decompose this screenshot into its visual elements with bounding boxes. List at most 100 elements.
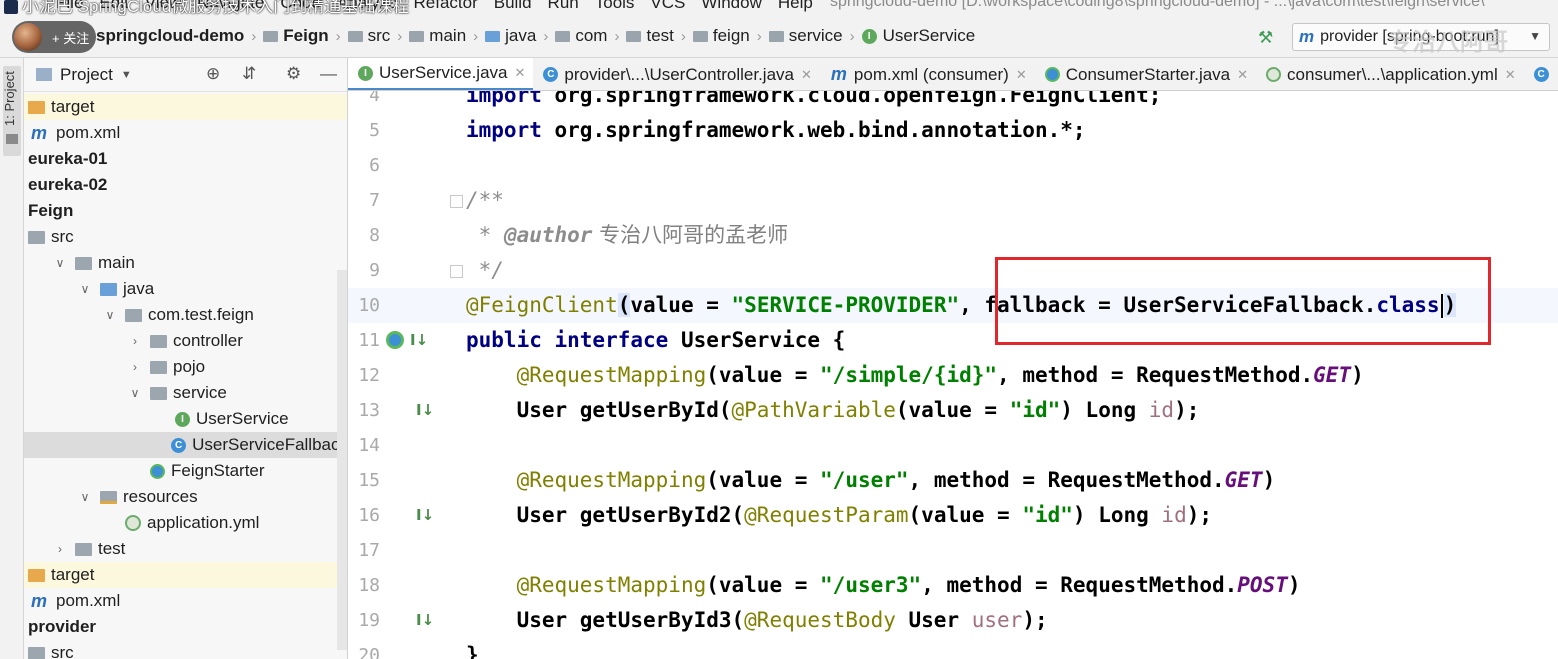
chevron-down-icon[interactable]: ∨ — [128, 386, 142, 400]
code-token: "/user3" — [820, 573, 922, 597]
tree-item[interactable]: ∨ com.test.feign — [24, 302, 347, 328]
tree-item[interactable]: src — [24, 640, 347, 659]
breadcrumb-item[interactable]: src — [347, 26, 390, 46]
tree-item[interactable]: › controller — [24, 328, 347, 354]
project-view-select[interactable]: Project — [60, 65, 113, 85]
close-icon[interactable]: ✕ — [1016, 67, 1027, 83]
minimize-icon[interactable]: — — [320, 64, 337, 84]
editor-tab[interactable]: I UserService.java ✕ — [348, 58, 534, 90]
code-editor[interactable]: 4 import org.springframework.cloud.openfe… — [348, 91, 1558, 659]
menu-item-refactor[interactable]: Refactor — [405, 0, 485, 13]
tree-item[interactable]: I UserService — [24, 406, 347, 432]
chevron-down-icon[interactable]: ∨ — [78, 490, 92, 504]
code-token: } — [466, 643, 479, 659]
menu-item-tools[interactable]: Tools — [587, 0, 643, 13]
close-icon[interactable]: ✕ — [515, 65, 526, 81]
class-icon: C — [171, 437, 187, 453]
breadcrumb-item[interactable]: feign — [692, 26, 750, 46]
yml-icon — [1266, 67, 1282, 82]
tree-item[interactable]: › test — [24, 536, 347, 562]
follow-button[interactable]: + 关注 — [52, 28, 89, 47]
chevron-down-icon[interactable]: ∨ — [53, 256, 67, 270]
breadcrumb-item[interactable]: test — [626, 26, 674, 46]
menu-item-build[interactable]: Build — [486, 0, 540, 13]
breadcrumb-item[interactable]: Feign — [263, 26, 329, 46]
tree-item[interactable]: target — [24, 94, 347, 120]
tree-item[interactable]: ∨ java — [24, 276, 347, 302]
chevron-right-icon[interactable]: › — [53, 542, 67, 556]
breadcrumb-item[interactable]: java — [485, 26, 536, 46]
tree-item-label: src — [51, 643, 74, 659]
implemented-icon[interactable]: I↓ — [416, 506, 434, 524]
folder-icon — [263, 30, 279, 42]
menu-item-help[interactable]: Help — [770, 0, 821, 13]
breadcrumb-item[interactable]: springcloud-demo — [96, 26, 244, 46]
folder-icon — [555, 30, 571, 42]
chevron-down-icon[interactable]: ∨ — [103, 308, 117, 322]
chevron-right-icon[interactable]: › — [128, 334, 142, 348]
uploader-badge[interactable]: + 关注 — [12, 21, 96, 53]
breadcrumb-separator-icon: › — [756, 27, 762, 45]
text-caret — [1440, 294, 1443, 318]
chevron-down-icon[interactable]: ▼ — [121, 69, 132, 81]
avatar[interactable] — [14, 23, 42, 51]
collapse-all-icon[interactable]: ⇵ — [242, 64, 256, 84]
close-icon[interactable]: ✕ — [1505, 67, 1516, 83]
package-icon — [150, 360, 167, 374]
tree-item[interactable]: FeignStarter — [24, 458, 347, 484]
line-number: 13 — [358, 400, 380, 421]
code-token: (value = — [706, 363, 821, 387]
tree-item[interactable]: m pom.xml — [24, 120, 347, 146]
project-tree-scrollbar[interactable] — [337, 270, 347, 650]
editor-tab[interactable]: Cprovider\...\UserController.java ✕ — [533, 58, 820, 90]
tree-item-label: Feign — [28, 201, 74, 220]
implemented-icon[interactable]: I↓ — [410, 331, 428, 349]
tree-item[interactable]: C UserServiceFallback — [24, 432, 347, 458]
menu-item-window[interactable]: Window — [693, 0, 769, 13]
tree-item[interactable]: Feign — [24, 198, 347, 224]
tree-item[interactable]: application.yml — [24, 510, 347, 536]
tree-item[interactable]: provider — [24, 614, 347, 640]
fold-marker-icon[interactable] — [450, 265, 463, 278]
implemented-icon[interactable]: I↓ — [416, 611, 434, 629]
editor-tab[interactable]: C — [1524, 58, 1558, 90]
implemented-icon[interactable]: I↓ — [416, 401, 434, 419]
tree-item[interactable]: › pojo — [24, 354, 347, 380]
tree-item[interactable]: m pom.xml — [24, 588, 347, 614]
tree-item[interactable]: eureka-01 — [24, 146, 347, 172]
tree-item[interactable]: ∨ main — [24, 250, 347, 276]
chevron-down-icon[interactable]: ∨ — [78, 282, 92, 296]
tree-item[interactable]: eureka-02 — [24, 172, 347, 198]
tree-item[interactable]: src — [24, 224, 347, 250]
locate-crosshair-icon[interactable]: ⊕ — [206, 64, 220, 84]
project-tree: target m pom.xml eureka-01 eureka-02 Feign src… — [24, 94, 347, 659]
tree-item[interactable]: target — [24, 562, 347, 588]
tree-item[interactable]: ∨ resources — [24, 484, 347, 510]
gutter-icons: I↓ — [386, 331, 428, 349]
code-token: ) Long — [1060, 398, 1149, 422]
breadcrumb-item[interactable]: main — [409, 26, 466, 46]
breadcrumb-separator-icon: › — [680, 27, 686, 45]
close-icon[interactable]: ✕ — [1237, 67, 1248, 83]
code-token: "/simple/{id}" — [820, 363, 998, 387]
close-icon[interactable]: ✕ — [801, 67, 812, 83]
build-hammer-icon[interactable]: ⚒ — [1258, 28, 1273, 48]
menu-item-vcs[interactable]: VCS — [642, 0, 693, 13]
breadcrumb-item[interactable]: com — [555, 26, 607, 46]
editor-tab[interactable]: ConsumerStarter.java ✕ — [1035, 58, 1256, 90]
code-token: 专治八阿哥的孟老师 — [592, 223, 789, 247]
gear-icon[interactable]: ⚙ — [286, 64, 301, 84]
tree-item[interactable]: ∨ service — [24, 380, 347, 406]
chevron-right-icon[interactable]: › — [128, 360, 142, 374]
line-number: 15 — [358, 470, 380, 491]
folder-grey-icon — [28, 646, 45, 659]
menu-item-run[interactable]: Run — [540, 0, 587, 13]
line-number: 4 — [369, 91, 380, 106]
breadcrumb-item[interactable]: service — [768, 26, 843, 46]
editor-tab[interactable]: consumer\...\application.yml ✕ — [1256, 58, 1524, 90]
project-panel: Project ▼ ⊕ ⇵ ⚙ — target m pom.xml eureka-0… — [24, 58, 348, 659]
editor-tab[interactable]: m pom.xml (consumer) ✕ — [820, 58, 1035, 90]
run-icon[interactable] — [386, 331, 404, 349]
breadcrumb-item[interactable]: I UserService — [861, 26, 975, 46]
fold-marker-icon[interactable] — [450, 195, 463, 208]
